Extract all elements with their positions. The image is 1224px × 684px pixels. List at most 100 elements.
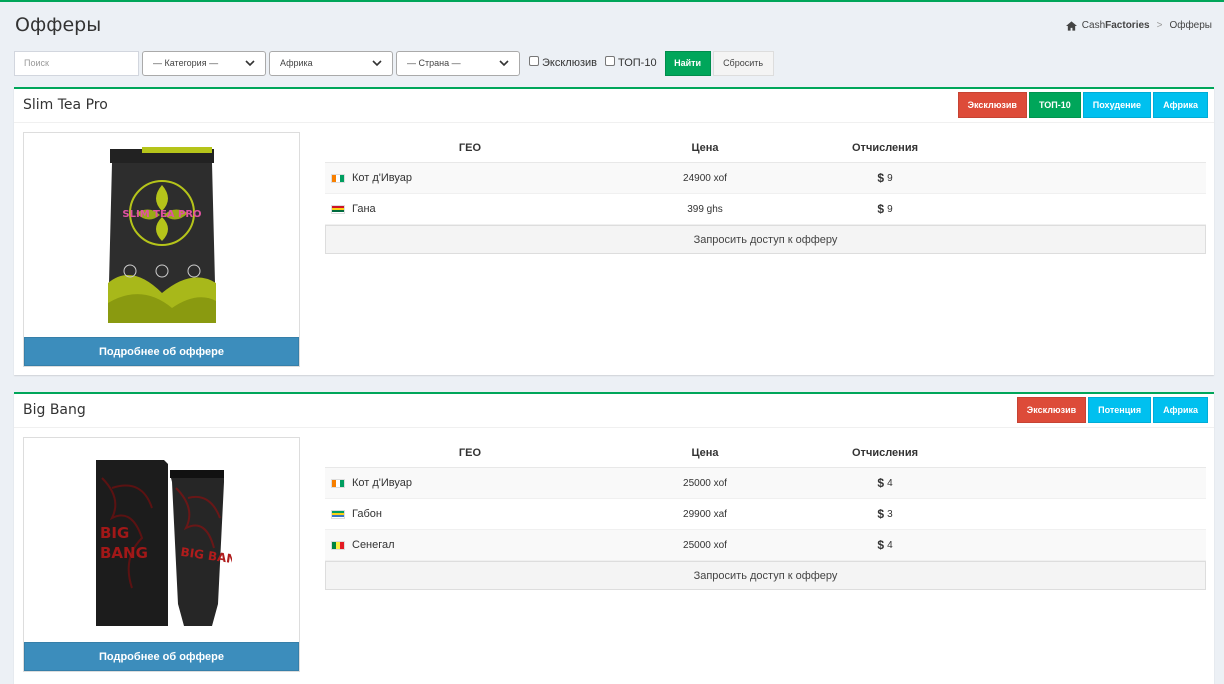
tag-top10[interactable]: ТОП-10 [1028,92,1081,118]
request-access-button[interactable]: Запросить доступ к офферу [325,561,1206,590]
reset-button[interactable]: Сбросить [712,50,774,76]
region-select[interactable]: Африка [269,50,393,76]
price-cell: 29900 xaf [683,508,727,520]
home-icon[interactable] [1065,20,1077,31]
offer-card-header: Big Bang Эксклюзив Потенция Африка [14,394,1214,428]
geo-name: Сенегал [352,539,395,551]
price-cell: 24900 xof [683,172,727,184]
offer-card: Big Bang Эксклюзив Потенция Африка BIG B… [14,392,1214,684]
slim-tea-package-image: SLIM TEA PRO [107,147,216,323]
checkbox-box[interactable] [604,56,615,66]
chevron-down-icon [499,60,509,67]
column-header-price: Цена [691,446,719,459]
payout-value: 4 [887,477,893,489]
exclusive-label: Эксклюзив [542,57,597,69]
geo-name: Кот д'Ивуар [352,477,413,489]
dollar-icon: $ [877,507,885,521]
page-title: Офферы [15,14,102,36]
offer-details-button[interactable]: Подробнее об оффере [24,642,299,671]
price-cell: 25000 xof [683,477,727,489]
geo-name: Гана [352,203,376,215]
payout-value: 9 [887,203,893,215]
table-row: Кот д'Ивуар 25000 xof $4 [325,468,1206,499]
checkbox-box[interactable] [529,56,539,66]
geo-name: Кот д'Ивуар [352,172,413,184]
table-row: Гана 399 ghs $9 [325,194,1206,225]
column-header-geo: ГЕО [458,446,482,459]
exclusive-checkbox[interactable]: Эксклюзив [529,56,597,69]
offer-card: Slim Tea Pro Эксклюзив ТОП-10 Похудение … [14,87,1214,375]
request-access-button[interactable]: Запросить доступ к офферу [325,225,1206,254]
dollar-icon: $ [877,476,885,490]
offer-card-header: Slim Tea Pro Эксклюзив ТОП-10 Похудение … [14,89,1214,123]
geo-cell: Сенегал [325,539,615,551]
geo-cell: Кот д'Ивуар [325,172,615,184]
flag-ci-icon [331,478,345,488]
offer-image-box: SLIM TEA PRO Подробнее об оффере [23,132,300,367]
find-button[interactable]: Найти [664,50,711,76]
tag-region[interactable]: Африка [1153,397,1208,423]
chevron-down-icon [372,60,382,67]
offer-geo-table: ГЕО Цена Отчисления Кот д'Ивуар 24900 xo… [325,133,1206,254]
geo-name: Габон [352,508,382,520]
tag-category[interactable]: Потенция [1088,397,1152,423]
table-row: Кот д'Ивуар 24900 xof $9 [325,163,1206,194]
payout-value: 3 [887,508,893,520]
country-select-value: — Страна — [407,58,461,68]
top10-label: ТОП-10 [617,57,657,69]
breadcrumb-separator: > [1156,20,1163,31]
content-header: Офферы CashFactories > Офферы [0,2,1224,48]
offer-image[interactable]: SLIM TEA PRO [24,133,299,338]
geo-cell: Гана [325,203,615,215]
flag-ga-icon [331,509,345,519]
payout-value: 9 [887,172,893,184]
dollar-icon: $ [877,538,885,552]
chevron-down-icon [245,60,255,67]
flag-sn-icon [331,540,345,550]
price-cell: 399 ghs [687,203,723,215]
payout-cell: $3 [795,507,975,521]
category-select-value: — Категория — [153,58,219,68]
offer-image-box: BIG BANG BIG BANG Подробнее об оффере [23,437,300,672]
svg-text:BIG: BIG [100,524,129,542]
package-text: SLIM TEA PRO [122,209,201,220]
top10-checkbox[interactable]: ТОП-10 [604,56,657,69]
table-header: ГЕО Цена Отчисления [325,133,1206,163]
offer-tags: Эксклюзив Потенция Африка [1016,397,1208,423]
payout-cell: $9 [795,171,975,185]
column-header-geo: ГЕО [458,141,482,154]
svg-text:BANG: BANG [100,544,148,562]
tag-exclusive[interactable]: Эксклюзив [957,92,1027,118]
big-bang-package-image: BIG BANG BIG BANG [95,460,232,626]
offer-title: Slim Tea Pro [23,97,108,113]
filter-bar: Поиск — Категория — Африка — Страна — Эк… [14,50,774,76]
table-row: Габон 29900 xaf $3 [325,499,1206,530]
breadcrumb: CashFactories > Офферы [1065,20,1212,31]
payout-cell: $9 [795,202,975,216]
offer-image[interactable]: BIG BANG BIG BANG [24,438,299,643]
column-header-price: Цена [691,141,719,154]
payout-cell: $4 [795,538,975,552]
country-select[interactable]: — Страна — [396,50,520,76]
offer-title: Big Bang [23,402,86,418]
table-body: Кот д'Ивуар 25000 xof $4 Габон 29900 xaf… [325,468,1206,561]
table-body: Кот д'Ивуар 24900 xof $9 Гана 399 ghs $9 [325,163,1206,225]
flag-gh-icon [331,204,345,214]
payout-value: 4 [887,539,893,551]
dollar-icon: $ [877,171,885,185]
tag-category[interactable]: Похудение [1082,92,1152,118]
breadcrumb-current: Офферы [1169,20,1212,31]
offer-geo-table: ГЕО Цена Отчисления Кот д'Ивуар 25000 xo… [325,438,1206,590]
breadcrumb-home-link[interactable]: CashFactories [1082,20,1150,31]
search-input[interactable]: Поиск [14,50,139,76]
payout-cell: $4 [795,476,975,490]
price-cell: 25000 xof [683,539,727,551]
flag-ci-icon [331,173,345,183]
geo-cell: Кот д'Ивуар [325,477,615,489]
table-row: Сенегал 25000 xof $4 [325,530,1206,561]
tag-exclusive[interactable]: Эксклюзив [1016,397,1087,423]
tag-region[interactable]: Африка [1153,92,1208,118]
column-header-payout: Отчисления [852,446,918,459]
category-select[interactable]: — Категория — [142,50,266,76]
offer-details-button[interactable]: Подробнее об оффере [24,337,299,366]
